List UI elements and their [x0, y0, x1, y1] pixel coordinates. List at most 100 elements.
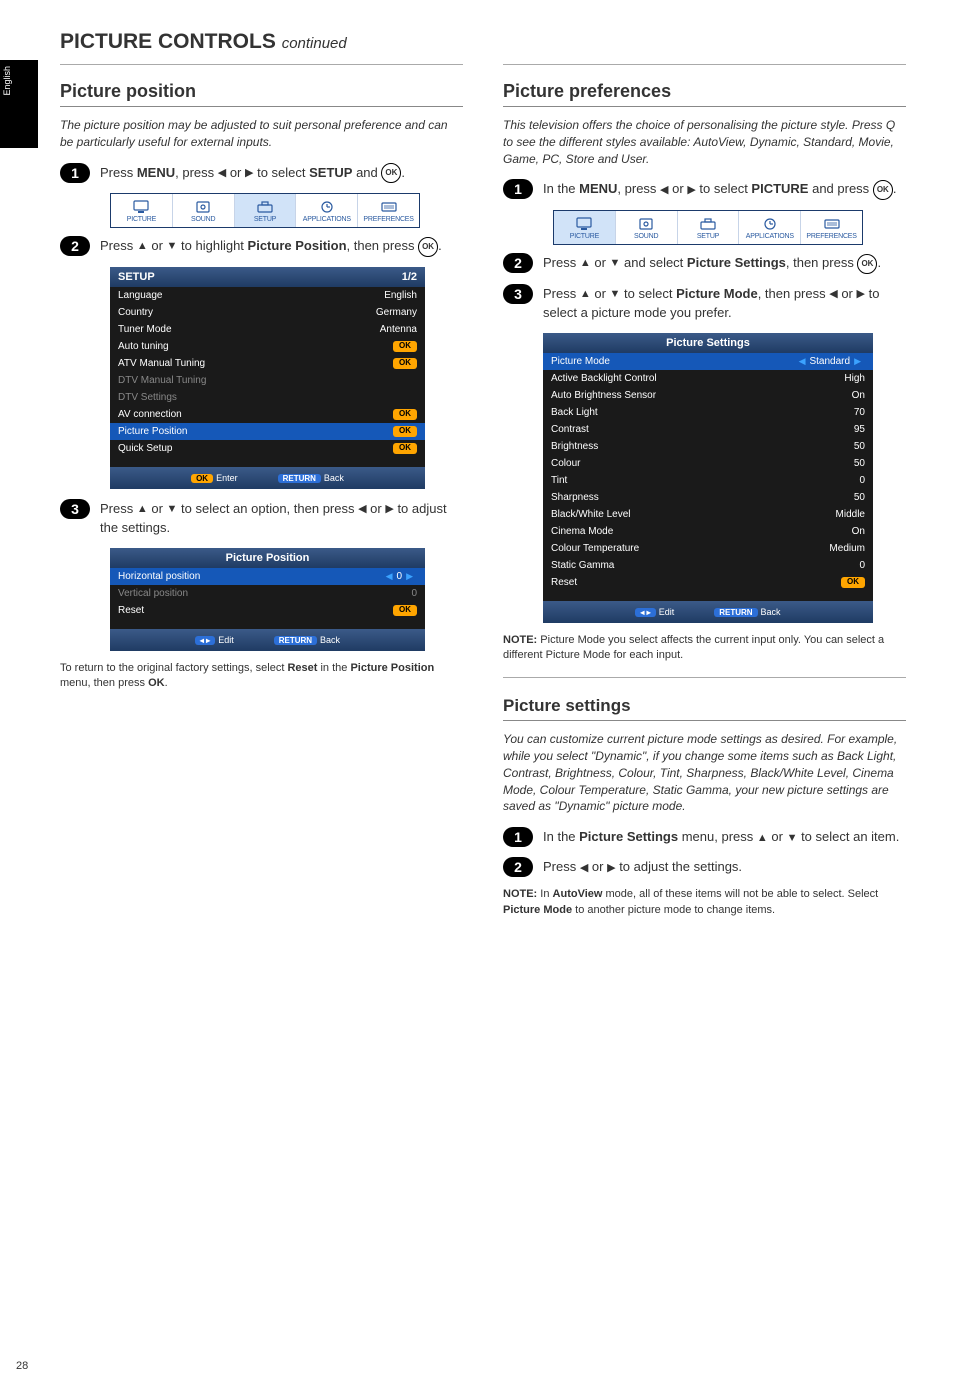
t: .	[401, 165, 405, 180]
sub-step-2: 2 Press ◀ or ▶ to adjust the settings.	[503, 857, 906, 877]
osd-row[interactable]: Quick SetupOK	[110, 440, 425, 457]
down-arrow-icon: ▼	[167, 238, 178, 255]
step-badge-2: 2	[503, 857, 533, 877]
l: Country	[118, 307, 153, 318]
up-arrow-icon: ▲	[137, 238, 148, 255]
toolbox-icon	[256, 200, 274, 214]
v: OK	[841, 577, 865, 588]
osd-row[interactable]: AV connectionOK	[110, 406, 425, 423]
osd-row[interactable]: Black/White LevelMiddle	[543, 506, 873, 523]
osd-row[interactable]: Cinema ModeOn	[543, 523, 873, 540]
lr-chip: ◂ ▸	[195, 636, 215, 645]
section-title-picture-position: Picture position	[60, 81, 463, 102]
osd-row-selected[interactable]: Picture PositionOK	[110, 423, 425, 440]
t: Picture	[248, 238, 292, 253]
v: Germany	[376, 307, 417, 318]
step-badge-2: 2	[503, 253, 533, 273]
osd-row[interactable]: Static Gamma0	[543, 557, 873, 574]
menu-tabbar-right[interactable]: PICTURE SOUND SETUP APPLICATIONS PREFERE…	[553, 210, 863, 245]
substep1-text: In the Picture Settings menu, press ▲ or…	[543, 827, 906, 847]
v: 50	[854, 492, 865, 503]
osd-row[interactable]: LanguageEnglish	[110, 287, 425, 304]
t: SETUP	[309, 165, 352, 180]
t: Press	[100, 165, 137, 180]
v: 0	[411, 588, 417, 599]
osd-row[interactable]: Contrast95	[543, 421, 873, 438]
t: Picture Mode	[676, 286, 758, 301]
tab-setup[interactable]: SETUP	[678, 211, 740, 244]
note-autoview: NOTE: In AutoView mode, all of these ite…	[503, 887, 906, 918]
osd-setup-menu[interactable]: SETUP 1/2 LanguageEnglish CountryGermany…	[110, 267, 425, 489]
osd-row[interactable]: Country Germany	[110, 304, 425, 321]
osd-picture-settings[interactable]: Picture Settings Picture Mode◀Standard▶ …	[543, 333, 873, 623]
t: Edit	[218, 635, 234, 645]
l: Horizontal position	[118, 571, 200, 582]
osd-row[interactable]: Colour TemperatureMedium	[543, 540, 873, 557]
osd-row[interactable]: Tuner ModeAntenna	[110, 321, 425, 338]
t: and press	[808, 181, 872, 196]
tab-applications[interactable]: APPLICATIONS	[296, 194, 358, 227]
menu-tabbar-left[interactable]: PICTURE SOUND SETUP APPLICATIONS PREFERE…	[110, 193, 420, 228]
osd-title: Picture Settings	[666, 337, 750, 349]
tab-setup[interactable]: SETUP	[235, 194, 297, 227]
t: To return to the original factory settin…	[60, 662, 287, 674]
left-arrow-icon: ◀	[358, 501, 366, 518]
tab-picture[interactable]: PICTURE	[111, 194, 173, 227]
osd-row[interactable]: Auto Brightness SensorOn	[543, 387, 873, 404]
tab-applications[interactable]: APPLICATIONS	[739, 211, 801, 244]
note-reset: To return to the original factory settin…	[60, 661, 463, 692]
return-chip: RETURN	[274, 636, 317, 645]
up-arrow-icon: ▲	[580, 255, 591, 272]
left-arrow-icon: ◀	[829, 286, 837, 303]
osd-row[interactable]: ATV Manual TuningOK	[110, 355, 425, 372]
osd-row[interactable]: ResetOK	[110, 602, 425, 619]
tab-sound[interactable]: SOUND	[173, 194, 235, 227]
osd-row[interactable]: Auto tuningOK	[110, 338, 425, 355]
tab-preferences[interactable]: PREFERENCES	[358, 194, 419, 227]
t: to select	[620, 286, 676, 301]
osd-row[interactable]: Colour50	[543, 455, 873, 472]
side-tab-label: English	[0, 60, 14, 102]
osd-row-selected[interactable]: Horizontal position◀0▶	[110, 568, 425, 585]
osd-row-selected[interactable]: Picture Mode◀Standard▶	[543, 353, 873, 370]
tab-sound[interactable]: SOUND	[616, 211, 678, 244]
step-2-left: 2 Press ▲ or ▼ to highlight Picture Posi…	[60, 236, 463, 257]
l: AV connection	[118, 409, 182, 420]
l: Auto tuning	[118, 341, 169, 352]
left-arrow-icon: ◀	[382, 571, 397, 581]
t: or	[838, 286, 857, 301]
step-1-right: 1 In the MENU, press ◀ or ▶ to select PI…	[503, 179, 906, 200]
osd-row[interactable]: Brightness50	[543, 438, 873, 455]
subtitle-text: continued	[282, 35, 347, 52]
down-arrow-icon: ▼	[787, 830, 798, 847]
step2-text: Press ▲ or ▼ to highlight Picture Positi…	[100, 236, 463, 257]
osd-row[interactable]: ResetOK	[543, 574, 873, 591]
osd-row[interactable]: Tint0	[543, 472, 873, 489]
keyboard-icon	[823, 217, 841, 231]
l: Static Gamma	[551, 560, 614, 571]
t: or	[367, 501, 386, 516]
osd-row[interactable]: Active Backlight ControlHigh	[543, 370, 873, 387]
tab-picture[interactable]: PICTURE	[554, 211, 616, 244]
osd-header: Picture Position	[110, 548, 425, 568]
left-arrow-icon: ◀	[660, 182, 668, 199]
t: Edit	[659, 607, 675, 617]
step2-text-r: Press ▲ or ▼ and select Picture Settings…	[543, 253, 906, 274]
step-3-left: 3 Press ▲ or ▼ to select an option, then…	[60, 499, 463, 538]
l: Brightness	[551, 441, 598, 452]
t: to adjust the settings.	[616, 859, 742, 874]
down-arrow-icon: ▼	[167, 501, 178, 518]
speaker-icon	[194, 200, 212, 214]
left-column: Picture position The picture position ma…	[60, 60, 463, 918]
v: Middle	[836, 509, 865, 520]
osd-page: 1/2	[402, 271, 417, 283]
tab-preferences[interactable]: PREFERENCES	[801, 211, 862, 244]
step-badge-1: 1	[503, 827, 533, 847]
osd-row-disabled: DTV Settings	[110, 389, 425, 406]
osd-row[interactable]: Back Light70	[543, 404, 873, 421]
osd-picture-position[interactable]: Picture Position Horizontal position◀0▶ …	[110, 548, 425, 651]
osd-row[interactable]: Sharpness50	[543, 489, 873, 506]
l: Auto Brightness Sensor	[551, 390, 656, 401]
t: Press	[543, 286, 580, 301]
l: Contrast	[551, 424, 589, 435]
